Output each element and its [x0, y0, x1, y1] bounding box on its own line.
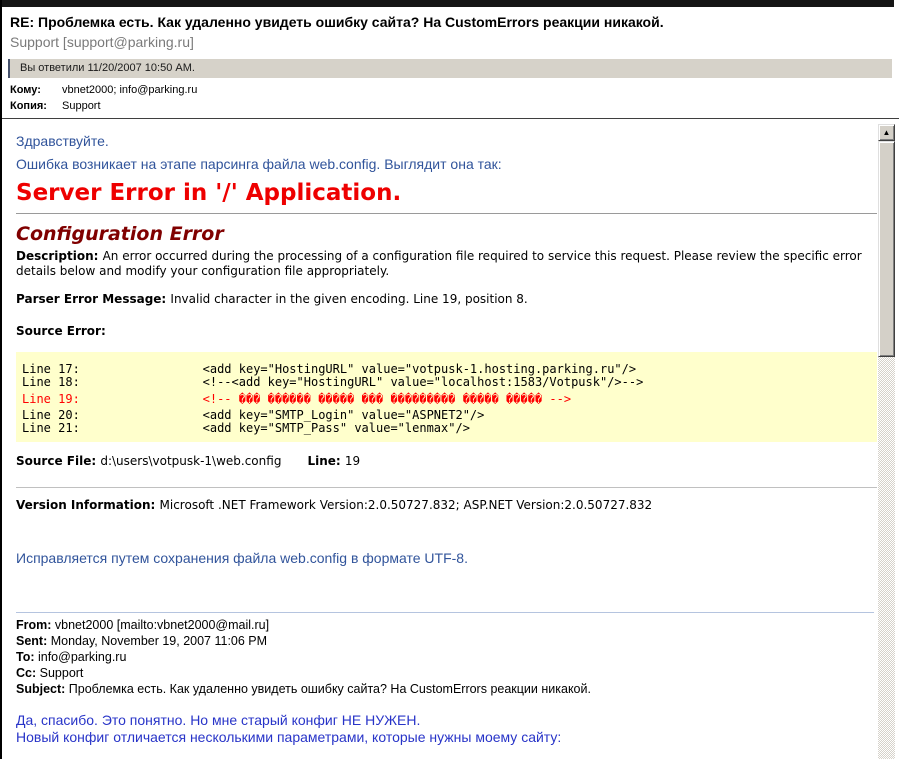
scrollbar-track[interactable]: [878, 357, 895, 759]
quoted-cc-value: Support: [39, 666, 84, 680]
quoted-subject-label: Subject:: [16, 682, 69, 696]
scrollbar-thumb[interactable]: [878, 141, 895, 357]
heading-divider: [16, 213, 877, 214]
reply-line-1: Да, спасибо. Это понятно. Но мне старый …: [16, 712, 421, 728]
scroll-up-icon: ▲: [882, 128, 891, 137]
code-lines-before: Line 17: <add key="HostingURL" value="vo…: [22, 362, 644, 389]
source-file-line: Source File: d:\users\votpusk-1\web.conf…: [16, 454, 877, 469]
description-text: An error occurred during the processing …: [16, 249, 862, 278]
scroll-up-button[interactable]: ▲: [878, 124, 895, 141]
quoted-header-block: From: vbnet2000 [mailto:vbnet2000@mail.r…: [16, 617, 877, 697]
source-error-box: Line 17: <add key="HostingURL" value="vo…: [16, 352, 877, 442]
source-file-value: d:\users\votpusk-1\web.config: [100, 454, 282, 468]
reply-status-infobar: Вы ответили 11/20/2007 10:50 AM.: [8, 59, 892, 78]
quoted-cc-row: Cc: Support: [16, 665, 877, 681]
reply-text-block: Да, спасибо. Это понятно. Но мне старый …: [16, 712, 877, 746]
parser-error-paragraph: Parser Error Message: Invalid character …: [16, 292, 877, 307]
to-label: Кому:: [10, 84, 41, 96]
cc-value: Support: [62, 100, 101, 112]
cc-label: Копия:: [10, 100, 47, 112]
quoted-to-row: To: info@parking.ru: [16, 649, 877, 665]
header-separator: [2, 118, 899, 119]
server-error-heading: Server Error in '/' Application.: [16, 180, 402, 206]
code-line-highlighted: Line 19: <!-- ��� ������ ����� ��� �����…: [22, 392, 572, 406]
cc-row: Копия: Support: [10, 100, 906, 113]
vertical-scrollbar[interactable]: ▲: [878, 124, 895, 759]
email-reading-window: RE: Проблемка есть. Как удаленно увидеть…: [0, 0, 906, 759]
source-file-label: Source File:: [16, 454, 101, 468]
version-information-line: Version Information: Microsoft .NET Fram…: [16, 498, 877, 513]
quoted-sent-label: Sent:: [16, 634, 51, 648]
quoted-message-divider: [16, 612, 874, 613]
parser-error-text: Invalid character in the given encoding.…: [170, 292, 528, 306]
message-subject: RE: Проблемка есть. Как удаленно увидеть…: [10, 14, 664, 30]
quoted-sent-value: Monday, November 19, 2007 11:06 PM: [50, 634, 268, 648]
quoted-from-row: From: vbnet2000 [mailto:vbnet2000@mail.r…: [16, 617, 877, 633]
fix-note: Исправляется путем сохранения файла web.…: [16, 550, 468, 566]
source-error-label: Source Error:: [16, 324, 106, 338]
code-lines-after: Line 20: <add key="SMTP_Login" value="AS…: [22, 408, 485, 435]
version-label: Version Information:: [16, 498, 160, 512]
quoted-subject-row: Subject: Проблемка есть. Как удаленно ув…: [16, 681, 877, 697]
message-header: RE: Проблемка есть. Как удаленно увидеть…: [2, 7, 906, 119]
quoted-from-value: vbnet2000 [mailto:vbnet2000@mail.ru]: [54, 618, 270, 632]
quoted-to-label: To:: [16, 650, 38, 664]
section-divider: [16, 487, 877, 488]
configuration-error-heading: Configuration Error: [16, 223, 224, 245]
message-sender: Support [support@parking.ru]: [10, 34, 194, 50]
quoted-subject-value: Проблемка есть. Как удаленно увидеть оши…: [68, 682, 591, 696]
description-label: Description:: [16, 249, 103, 263]
aspnet-error-page: Server Error in '/' Application. Configu…: [16, 180, 877, 513]
to-value: vbnet2000; info@parking.ru: [62, 84, 198, 96]
reply-line-2: Новый конфиг отличается несколькими пара…: [16, 729, 562, 745]
description-paragraph: Description: An error occurred during th…: [16, 249, 877, 279]
to-row: Кому: vbnet2000; info@parking.ru: [10, 84, 906, 97]
quoted-from-label: From:: [16, 618, 55, 632]
line-number-value: 19: [344, 454, 361, 468]
window-top-bar: [0, 0, 894, 7]
quoted-to-value: info@parking.ru: [37, 650, 127, 664]
message-body-pane: Здравствуйте. Ошибка возникает на этапе …: [2, 123, 877, 759]
quoted-sent-row: Sent: Monday, November 19, 2007 11:06 PM: [16, 633, 877, 649]
intro-text: Ошибка возникает на этапе парсинга файла…: [16, 156, 502, 172]
greeting-text: Здравствуйте.: [16, 133, 109, 149]
quoted-cc-label: Cc:: [16, 666, 40, 680]
version-text: Microsoft .NET Framework Version:2.0.507…: [159, 498, 653, 512]
line-number-label: Line:: [307, 454, 345, 468]
parser-error-label: Parser Error Message:: [16, 292, 171, 306]
